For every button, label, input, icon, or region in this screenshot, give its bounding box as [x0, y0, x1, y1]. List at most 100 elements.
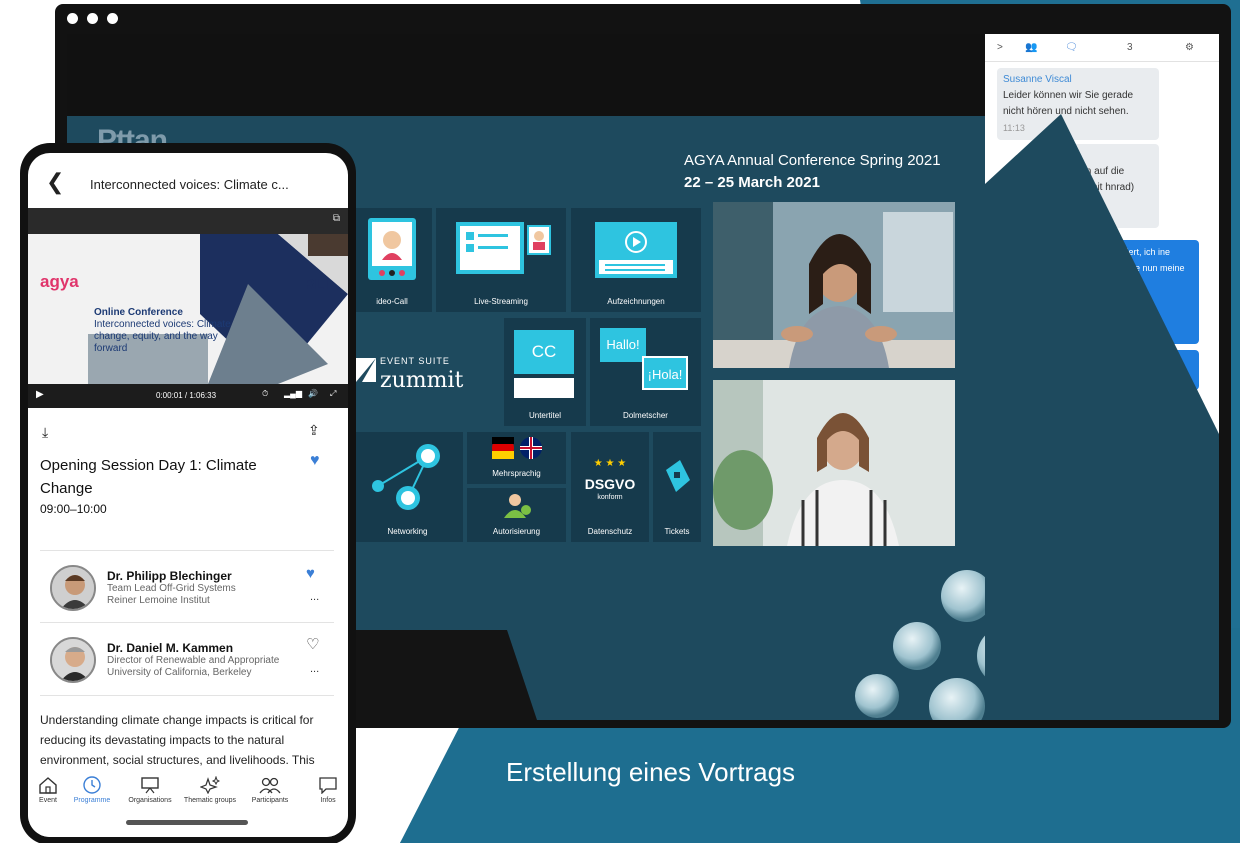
tile-label: Untertitel — [528, 411, 561, 420]
rli-logo: RLI — [304, 276, 329, 293]
speaker-role: Team Lead Off-Grid Systems — [107, 583, 236, 594]
chat-panel: > 👥 🗨 3 ⚙ Susanne Viscal Leider können w… — [985, 34, 1219, 720]
session-time: 09:00–10:00 — [40, 502, 107, 516]
tile-privacy: ★ ★ ★ DSGVO konform Datenschutz — [571, 432, 649, 542]
tab-label: Infos — [320, 797, 336, 804]
tab-infos[interactable]: Infos — [296, 776, 348, 804]
gear-icon[interactable]: ⚙ — [1185, 42, 1194, 53]
networking-icon — [371, 444, 440, 510]
speaker-org: University of California, Berkeley — [107, 667, 252, 678]
screen-topbar — [67, 34, 985, 116]
tile-label: Tickets — [664, 527, 690, 536]
favorite-heart-icon[interactable]: ♥ — [306, 565, 315, 582]
tile-zummit: EVENT SUITE zummit — [352, 318, 500, 426]
tile-recordings: Aufzeichnungen — [571, 208, 701, 312]
hola-bubble: ¡Hola! — [642, 356, 688, 390]
participants-icon[interactable]: 👥 — [1025, 42, 1037, 53]
tab-label: Event — [39, 797, 57, 804]
tile-label: Aufzeichnungen — [607, 297, 665, 306]
video-frame: agya RLI Online Conference Interconnecte… — [28, 234, 348, 384]
favorite-heart-outline-icon[interactable]: ♡ — [306, 635, 319, 653]
tile-label: Mehrsprachig — [492, 469, 541, 478]
speaker-org: Reiner Lemoine Institut — [107, 595, 210, 606]
ticket-icon — [666, 460, 690, 492]
live-streaming-icon — [456, 222, 551, 274]
phone-mockup: ❮ Interconnected voices: Climate c... ⧉ … — [20, 143, 356, 843]
home-icon — [39, 777, 57, 794]
phone-header-title: Interconnected voices: Climate c... — [90, 177, 289, 192]
chat-count: 3 — [1127, 42, 1133, 53]
sparkle-icon — [200, 776, 220, 794]
session-title: Opening Session Day 1: Climate Change — [40, 457, 257, 497]
tile-video-call: ideo-Call — [352, 208, 432, 312]
close-dot[interactable] — [67, 13, 78, 24]
subtitle-lines-icon — [514, 378, 574, 398]
tab-thematic-groups[interactable]: Thematic groups — [178, 776, 242, 804]
stars-icon: ★ ★ ★ — [593, 458, 627, 469]
gdpr-sub-label: konform — [597, 494, 623, 501]
home-indicator[interactable] — [126, 820, 248, 825]
speech-bubble-icon — [319, 777, 337, 794]
tab-participants[interactable]: Participants — [238, 776, 302, 804]
tab-label: Organisations — [128, 797, 172, 804]
presentation-icon — [141, 777, 159, 794]
suite-brand: zummit — [380, 368, 464, 393]
speed-icon[interactable]: ⏱ — [262, 389, 268, 399]
conference-title: AGYA Annual Conference Spring 2021 — [684, 152, 941, 169]
minimize-dot[interactable] — [87, 13, 98, 24]
slide-background — [88, 234, 348, 384]
window-controls — [67, 13, 118, 24]
zummit-logo-icon — [356, 358, 376, 382]
avatar — [50, 637, 96, 683]
more-button[interactable]: ... — [310, 591, 319, 603]
tab-label: Participants — [251, 797, 289, 804]
favorite-heart-icon[interactable]: ♥ — [310, 452, 320, 470]
share-icon[interactable]: ⇪ — [308, 422, 320, 439]
tab-label: Programme — [73, 797, 111, 804]
video-player[interactable]: ⧉ agya RLI Online Conference Interconnec… — [28, 208, 348, 408]
back-chevron-icon[interactable]: ❮ — [46, 169, 64, 195]
message-author: Susanne Viscal — [1003, 74, 1072, 85]
pip-icon[interactable]: ⧉ — [333, 213, 340, 224]
chat-icon[interactable]: 🗨 — [1065, 42, 1078, 53]
tile-subtitles: CC Untertitel — [504, 318, 586, 426]
people-icon — [259, 777, 281, 794]
recordings-icon — [595, 222, 677, 278]
tile-multilingual: Mehrsprachig — [467, 432, 566, 484]
play-icon[interactable]: ▶ — [36, 389, 44, 400]
speaker-name: Dr. Philipp Blechinger — [107, 569, 232, 583]
phone-screen: ❮ Interconnected voices: Climate c... ⧉ … — [28, 153, 348, 837]
more-button[interactable]: ... — [310, 663, 319, 675]
speaker-row[interactable]: Dr. Philipp Blechinger Team Lead Off-Gri… — [40, 550, 334, 622]
tile-label: ideo-Call — [376, 297, 408, 306]
suite-small-label: EVENT SUITE — [380, 356, 450, 366]
collapse-chevron-icon[interactable]: > — [997, 42, 1003, 53]
tab-programme[interactable]: Programme — [60, 776, 124, 804]
online-conference-label: Online Conference — [94, 307, 183, 318]
bottom-tab-bar: Event Programme Organisations Thematic g… — [28, 768, 348, 837]
tile-label: Dolmetscher — [623, 411, 668, 420]
tile-label: Autorisierung — [492, 527, 541, 536]
speaker-row[interactable]: Dr. Daniel M. Kammen Director of Renewab… — [40, 622, 334, 696]
tile-label: Networking — [387, 527, 428, 536]
quality-icon[interactable]: ▂▄▆ — [284, 389, 302, 398]
avatar — [50, 565, 96, 611]
hello-bubble: Hallo! — [600, 328, 646, 362]
video-timecode: 0:00:01 / 1:06:33 — [156, 391, 217, 400]
tab-organisations[interactable]: Organisations — [118, 776, 182, 804]
conference-dates: 22 – 25 March 2021 — [684, 174, 820, 191]
caption-text: Erstellung eines Vortrags — [506, 757, 796, 787]
phone-header: ❮ Interconnected voices: Climate c... — [28, 153, 348, 208]
authorization-icon — [503, 494, 531, 518]
speaker-role: Director of Renewable and Appropriate — [107, 655, 280, 666]
cc-box: CC — [514, 330, 574, 374]
video-controls: ▶ 0:00:01 / 1:06:33 ⏱ ▂▄▆ 🔊 ⤢ — [28, 384, 348, 408]
download-icon[interactable]: ⤓ — [42, 424, 48, 441]
tab-label: Thematic groups — [183, 797, 237, 804]
tile-label: Datenschutz — [587, 527, 633, 536]
speaker-name: Dr. Daniel M. Kammen — [107, 641, 234, 655]
fullscreen-icon[interactable]: ⤢ — [330, 389, 336, 399]
tile-interpreter: Hallo! ¡Hola! Dolmetscher — [590, 318, 701, 426]
volume-icon[interactable]: 🔊 — [308, 389, 318, 398]
maximize-dot[interactable] — [107, 13, 118, 24]
